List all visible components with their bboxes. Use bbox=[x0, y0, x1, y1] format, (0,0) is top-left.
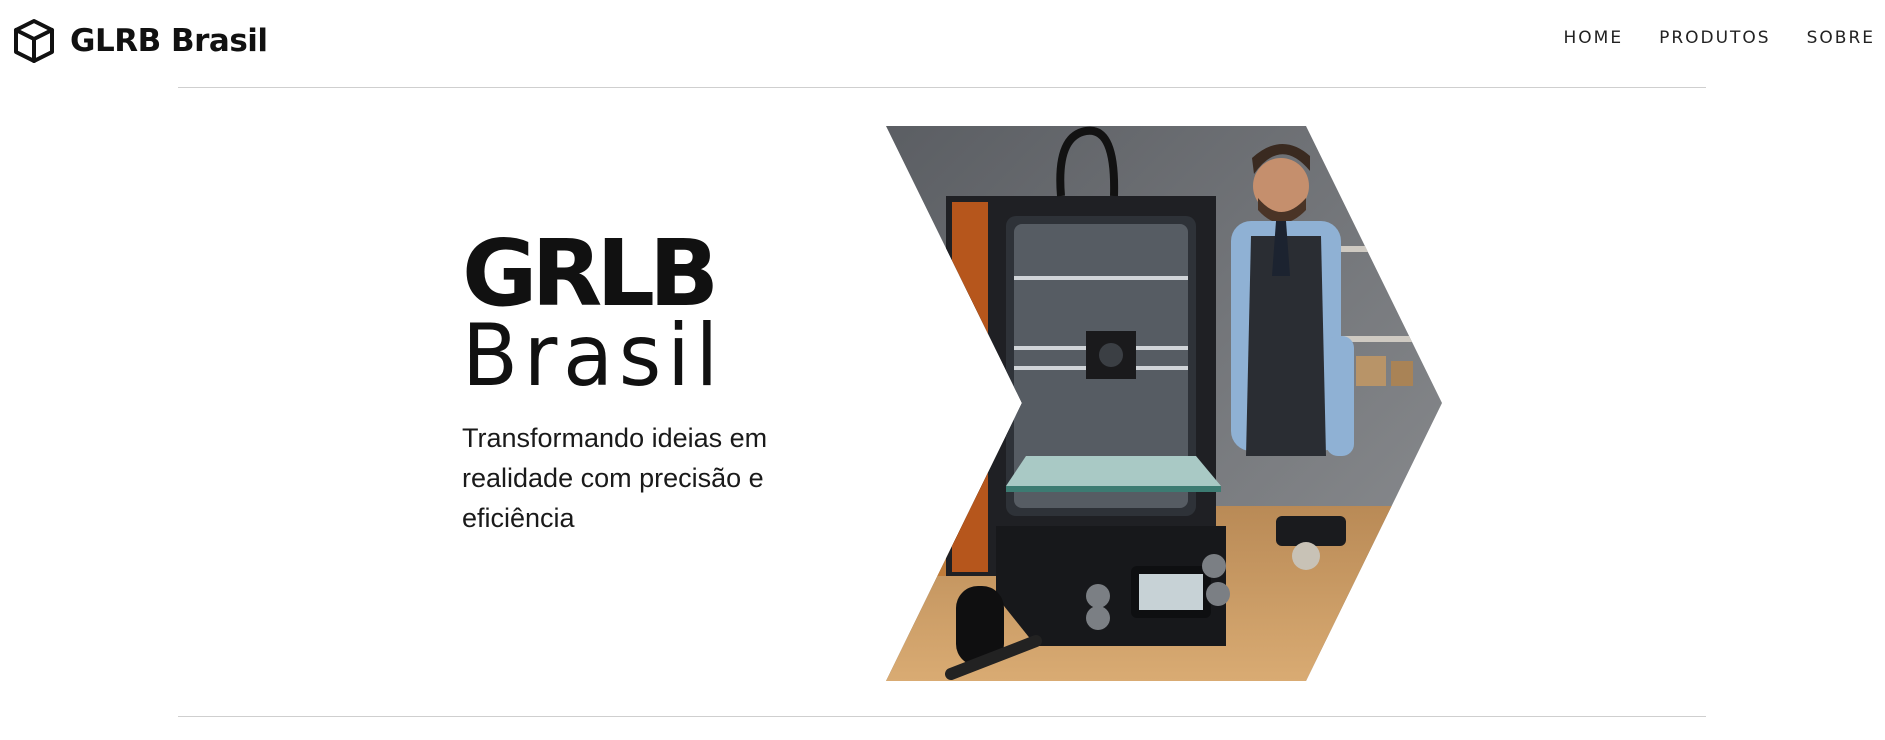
section-divider bbox=[178, 716, 1706, 717]
hero-3d-printer-image bbox=[886, 126, 1442, 681]
hero-text: GRLB Brasil Transformando ideias em real… bbox=[462, 220, 822, 538]
hero-subtitle: Transformando ideias em realidade com pr… bbox=[462, 423, 768, 533]
header-divider bbox=[178, 87, 1706, 88]
main-nav: HOME PRODUTOS SOBRE bbox=[1563, 28, 1875, 48]
hero-title-bold: GRLB bbox=[462, 220, 719, 327]
nav-produtos-link[interactable]: PRODUTOS bbox=[1659, 28, 1771, 48]
brand-logo[interactable]: GLRB Brasil bbox=[10, 17, 268, 65]
hero-title-light: Brasil bbox=[462, 306, 724, 406]
nav-home-link[interactable]: HOME bbox=[1563, 28, 1623, 48]
cube-icon bbox=[10, 17, 58, 65]
nav-sobre-link[interactable]: SOBRE bbox=[1807, 28, 1875, 48]
site-header: GLRB Brasil HOME PRODUTOS SOBRE bbox=[0, 0, 1885, 88]
brand-name: GLRB Brasil bbox=[70, 23, 268, 59]
